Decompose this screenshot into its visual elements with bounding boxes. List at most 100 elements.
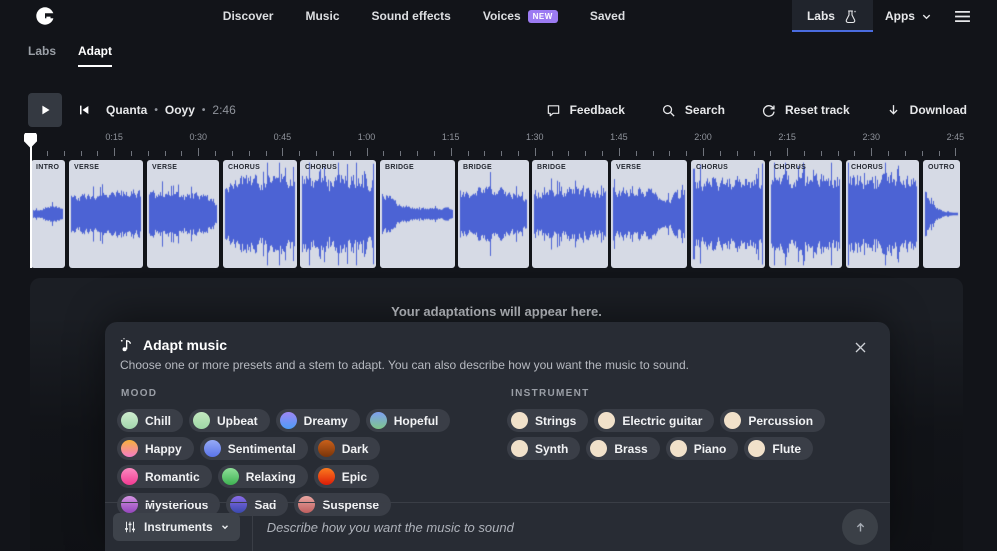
instrument-chip-percussion[interactable]: Percussion: [720, 409, 825, 432]
ruler-tick: [939, 151, 940, 156]
waveform-segment-chorus-10[interactable]: CHORUS: [769, 160, 842, 268]
mood-chip-upbeat[interactable]: Upbeat: [189, 409, 270, 432]
waveform-canvas: [223, 160, 297, 268]
ruler-tick: [653, 151, 654, 156]
waveform-segment-chorus-3[interactable]: CHORUS: [223, 160, 297, 268]
ruler-tick: [232, 151, 233, 156]
segment-label: CHORUS: [774, 164, 806, 171]
instrument-chip-strings[interactable]: Strings: [507, 409, 588, 432]
waveform-segment-bridge-7[interactable]: BRIDGE: [532, 160, 608, 268]
nav-item-sound-effects[interactable]: Sound effects: [372, 9, 451, 23]
instruments-dropdown-button[interactable]: Instruments: [113, 513, 240, 541]
mood-chip-dark[interactable]: Dark: [314, 437, 381, 460]
instrument-color-dot: [670, 440, 687, 457]
prompt-input[interactable]: [253, 520, 842, 535]
waveform-segment-verse-2[interactable]: VERSE: [147, 160, 219, 268]
ruler-tick: [468, 151, 469, 156]
nav-item-label: Discover: [223, 9, 274, 23]
nav-item-voices[interactable]: VoicesNEW: [483, 9, 558, 23]
ruler-tick: [568, 151, 569, 156]
modal-subtitle: Choose one or more presets and a stem to…: [120, 358, 870, 372]
mood-chip-relaxing[interactable]: Relaxing: [218, 465, 308, 488]
chevron-down-icon: [220, 522, 230, 532]
mood-chip-happy[interactable]: Happy: [117, 437, 194, 460]
chip-label: Brass: [614, 442, 647, 456]
chip-label: Epic: [342, 470, 367, 484]
instrument-chip-electric-guitar[interactable]: Electric guitar: [594, 409, 714, 432]
play-icon: [38, 103, 52, 117]
waveform-canvas: [611, 160, 687, 268]
ruler-time-label: 0:45: [274, 132, 292, 142]
mood-chip-dreamy[interactable]: Dreamy: [276, 409, 360, 432]
ruler-tick: [64, 151, 65, 156]
action-label: Reset track: [785, 103, 850, 117]
waveform-segment-verse-1[interactable]: VERSE: [69, 160, 143, 268]
adapt-music-modal: Adapt music Choose one or more presets a…: [105, 322, 890, 551]
skip-back-button[interactable]: [77, 103, 91, 117]
track-duration: 2:46: [212, 103, 235, 117]
nav-item-label: Sound effects: [372, 9, 451, 23]
ruler-time-label: 1:00: [358, 132, 376, 142]
ruler-tick: [131, 151, 132, 156]
waveform-segment-verse-8[interactable]: VERSE: [611, 160, 687, 268]
waveform-segment-chorus-4[interactable]: CHORUS: [300, 160, 376, 268]
mood-chip-epic[interactable]: Epic: [314, 465, 379, 488]
ruler-tick: [686, 151, 687, 156]
mood-color-dot: [222, 468, 239, 485]
chevron-down-icon: [921, 11, 932, 22]
mood-chip-romantic[interactable]: Romantic: [117, 465, 212, 488]
modal-footer: Instruments: [105, 502, 890, 551]
instrument-chip-flute[interactable]: Flute: [744, 437, 813, 460]
mood-chip-chill[interactable]: Chill: [117, 409, 183, 432]
reset-track-button[interactable]: Reset track: [761, 103, 850, 118]
waveform-canvas: [691, 160, 765, 268]
waveform-segment-outro-12[interactable]: OUTRO: [923, 160, 960, 268]
instruments-icon: [123, 520, 137, 534]
nav-item-discover[interactable]: Discover: [223, 9, 274, 23]
tab-labs[interactable]: Labs: [28, 44, 56, 67]
tab-adapt[interactable]: Adapt: [78, 44, 112, 67]
play-button[interactable]: [28, 93, 62, 127]
segment-label: INTRO: [36, 164, 59, 171]
waveform-segment-intro-0[interactable]: INTRO: [31, 160, 65, 268]
feedback-button[interactable]: Feedback: [546, 103, 625, 118]
mood-chips: Chill Upbeat Dreamy Hopeful Happy Sentimental…: [117, 409, 477, 516]
mood-chip-hopeful[interactable]: Hopeful: [366, 409, 451, 432]
instrument-color-dot: [511, 412, 528, 429]
submit-button[interactable]: [842, 509, 878, 545]
ruler-tick: [602, 151, 603, 156]
download-button[interactable]: Download: [886, 103, 967, 118]
mood-color-dot: [370, 412, 387, 429]
waveform-segment-bridge-5[interactable]: BRIDGE: [380, 160, 455, 268]
instrument-chip-brass[interactable]: Brass: [586, 437, 659, 460]
app-logo[interactable]: [34, 5, 56, 27]
ruler-tick: [316, 151, 317, 156]
chip-label: Chill: [145, 414, 171, 428]
labs-button[interactable]: Labs: [792, 0, 873, 32]
waveform-segment-chorus-9[interactable]: CHORUS: [691, 160, 765, 268]
instrument-chip-piano[interactable]: Piano: [666, 437, 739, 460]
ruler-tick: [198, 148, 199, 156]
search-button[interactable]: Search: [661, 103, 725, 118]
submit-icon: [853, 520, 868, 535]
hamburger-icon[interactable]: [954, 10, 971, 23]
ruler-time-label: 2:00: [694, 132, 712, 142]
ruler-tick: [636, 151, 637, 156]
mood-chip-sentimental[interactable]: Sentimental: [200, 437, 308, 460]
waveform-segment-chorus-11[interactable]: CHORUS: [846, 160, 919, 268]
instrument-color-dot: [748, 440, 765, 457]
nav-item-music[interactable]: Music: [305, 9, 339, 23]
instruments-button-label: Instruments: [144, 520, 213, 534]
instrument-chip-synth[interactable]: Synth: [507, 437, 580, 460]
timeline-ruler[interactable]: 0:150:300:451:001:151:301:452:002:152:30…: [0, 130, 997, 158]
chip-label: Hopeful: [394, 414, 439, 428]
segment-label: CHORUS: [305, 164, 337, 171]
close-icon[interactable]: [853, 340, 868, 355]
chip-label: Upbeat: [217, 414, 258, 428]
waveform-canvas: [300, 160, 376, 268]
nav-item-saved[interactable]: Saved: [590, 9, 625, 23]
apps-button[interactable]: Apps: [873, 9, 944, 23]
waveform-segment-bridge-6[interactable]: BRIDGE: [458, 160, 529, 268]
ruler-tick: [181, 151, 182, 156]
skip-back-icon: [77, 103, 91, 117]
